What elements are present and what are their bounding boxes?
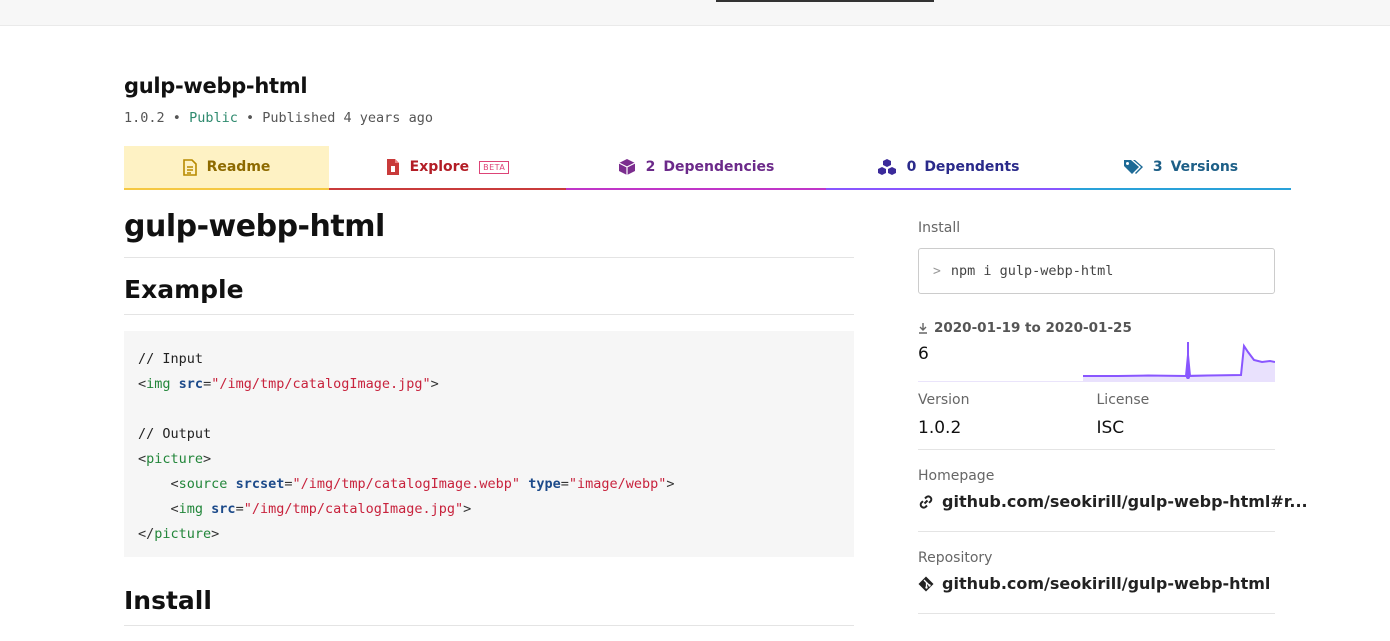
- tags-icon: [1123, 160, 1143, 174]
- tab-readme[interactable]: Readme: [124, 146, 329, 190]
- code-line: <img src="/img/tmp/catalogImage.jpg">: [138, 501, 472, 517]
- code-line: <picture>: [138, 451, 212, 467]
- repository-row: Repository github.com/seokirill/gulp-web…: [918, 532, 1275, 614]
- code-attr: type: [528, 476, 561, 492]
- repository-link[interactable]: github.com/seokirill/gulp-webp-html: [918, 574, 1275, 593]
- package-title: gulp-webp-html: [124, 74, 308, 98]
- package-tabs: Readme Explore BETA 2 Dependencies 0 Dep…: [124, 146, 1291, 190]
- tab-dependencies-label: Dependencies: [663, 159, 775, 175]
- install-command: npm i gulp-webp-html: [950, 263, 1114, 279]
- code-tag: picture: [146, 451, 204, 467]
- install-heading: Install: [124, 583, 854, 626]
- version-value: 1.0.2: [918, 418, 962, 438]
- homepage-row: Homepage github.com/seokirill/gulp-webp-…: [918, 450, 1308, 532]
- code-line: // Output: [138, 422, 840, 447]
- tab-dependents[interactable]: 0 Dependents: [826, 146, 1070, 190]
- repository-label: Repository: [918, 550, 993, 566]
- code-comment: // Output: [138, 426, 212, 442]
- document-icon: [182, 158, 197, 176]
- cubes-icon: [877, 159, 896, 175]
- readme-content: gulp-webp-html Example // Input <img src…: [124, 205, 854, 626]
- terminal-prompt-icon: >: [933, 263, 941, 279]
- code-attr: srcset: [235, 476, 285, 492]
- file-code-icon: [386, 159, 399, 175]
- package-version: 1.0.2: [124, 110, 165, 126]
- top-banner: [0, 0, 1390, 26]
- dependencies-count: 2: [645, 159, 656, 175]
- code-block: // Input <img src="/img/tmp/catalogImage…: [124, 331, 854, 557]
- code-tag: picture: [154, 526, 212, 542]
- dependents-count: 0: [906, 159, 917, 175]
- published-date: Published 4 years ago: [262, 110, 433, 126]
- tab-versions[interactable]: 3 Versions: [1070, 146, 1291, 190]
- code-string: "/img/tmp/catalogImage.jpg": [243, 501, 464, 517]
- visibility-badge: Public: [189, 110, 238, 126]
- install-command-box[interactable]: > npm i gulp-webp-html: [918, 248, 1275, 294]
- readme-title: gulp-webp-html: [124, 205, 854, 258]
- version-label: Version: [918, 392, 970, 408]
- sidebar: Install > npm i gulp-webp-html 2020-01-1…: [918, 220, 1308, 614]
- code-tag: source: [178, 476, 228, 492]
- code-comment: // Input: [138, 351, 204, 367]
- homepage-url: github.com/seokirill/gulp-webp-html#r...: [942, 492, 1308, 511]
- meta-separator: •: [245, 110, 255, 126]
- install-label: Install: [918, 220, 961, 236]
- meta-separator: •: [172, 110, 181, 126]
- code-tag: img: [146, 376, 171, 392]
- tab-dependencies[interactable]: 2 Dependencies: [566, 146, 826, 190]
- downloads-sparkline: [918, 342, 1275, 382]
- weekly-downloads: 2020-01-19 to 2020-01-25 6: [918, 320, 1275, 382]
- code-tag: img: [178, 501, 204, 517]
- code-line: <img src="/img/tmp/catalogImage.jpg">: [138, 376, 439, 392]
- example-heading: Example: [124, 272, 854, 315]
- license-value: ISC: [1096, 418, 1125, 438]
- git-icon: [918, 576, 934, 591]
- license-label: License: [1096, 392, 1150, 408]
- license-cell: License ISC: [1097, 392, 1276, 449]
- downloads-count: 6: [918, 344, 929, 364]
- homepage-link[interactable]: github.com/seokirill/gulp-webp-html#r...: [918, 492, 1308, 511]
- code-attr: src: [178, 376, 204, 392]
- tab-explore[interactable]: Explore BETA: [329, 146, 566, 190]
- package-meta: 1.0.2 • Public • Published 4 years ago: [124, 110, 433, 126]
- version-cell: Version 1.0.2: [918, 392, 1097, 449]
- code-string: "/img/tmp/catalogImage.jpg": [211, 376, 431, 392]
- banner-link-underline[interactable]: [716, 0, 934, 2]
- tab-dependents-label: Dependents: [924, 159, 1020, 175]
- tab-versions-label: Versions: [1170, 159, 1239, 175]
- box-icon: [618, 159, 635, 175]
- code-string: "/img/tmp/catalogImage.webp": [292, 476, 521, 492]
- code-line: <source srcset="/img/tmp/catalogImage.we…: [138, 476, 675, 492]
- version-license-row: Version 1.0.2 License ISC: [918, 392, 1275, 450]
- code-line: // Input: [138, 347, 840, 372]
- homepage-label: Homepage: [918, 468, 995, 484]
- link-icon: [919, 494, 933, 509]
- beta-badge: BETA: [479, 160, 510, 174]
- versions-count: 3: [1152, 159, 1163, 175]
- code-string: "image/webp": [568, 476, 667, 492]
- repository-url: github.com/seokirill/gulp-webp-html: [942, 574, 1271, 593]
- code-attr: src: [211, 501, 236, 517]
- tab-explore-label: Explore: [409, 159, 470, 175]
- tab-readme-label: Readme: [206, 159, 271, 175]
- code-line: </picture>: [138, 526, 220, 542]
